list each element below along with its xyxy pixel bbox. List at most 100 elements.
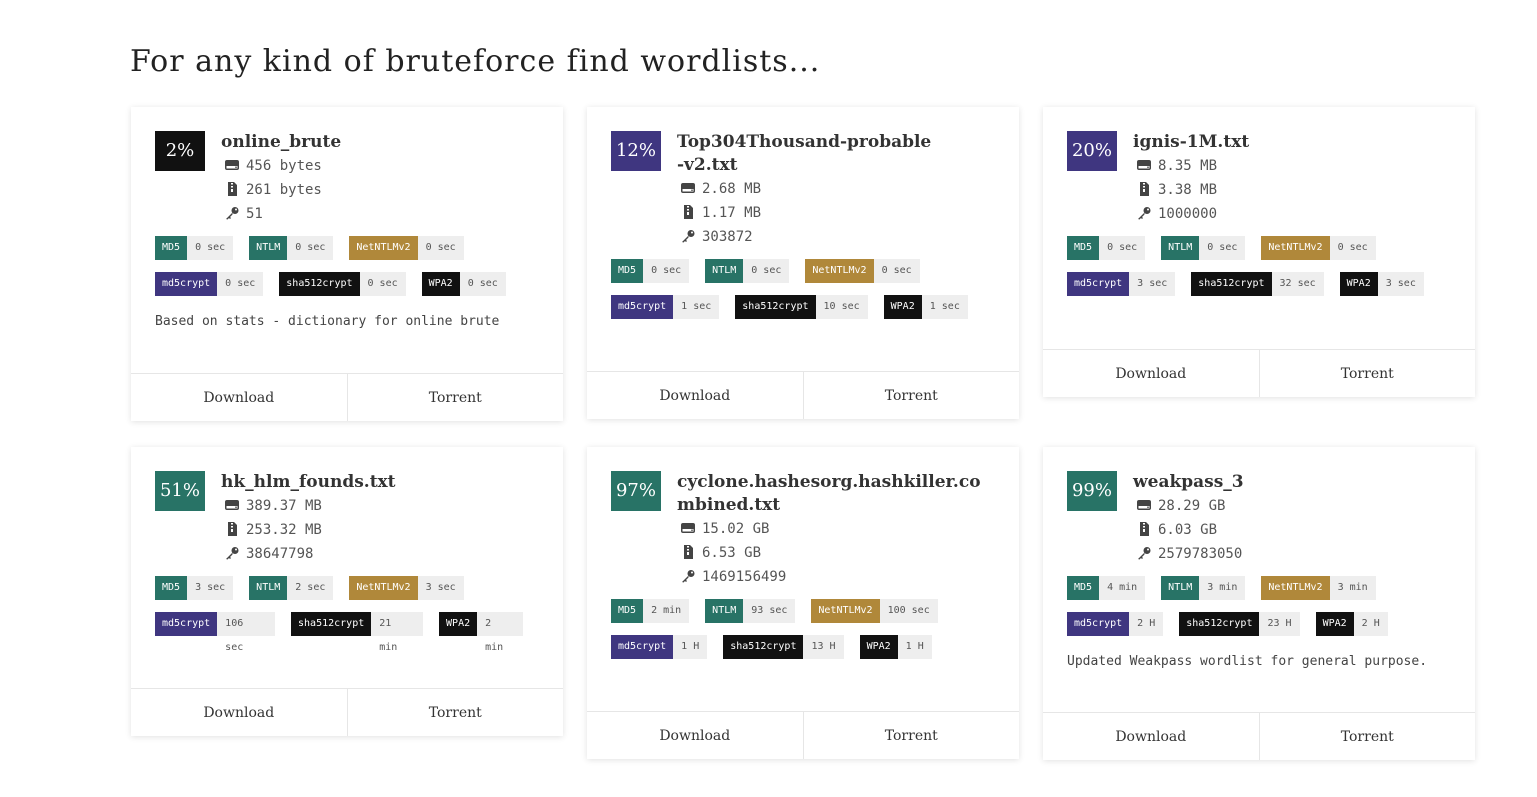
hash-algorithm: md5crypt (155, 272, 218, 296)
hash-algorithm: sha512crypt (279, 272, 360, 296)
hdd-icon (224, 498, 246, 514)
torrent-button[interactable]: Torrent (802, 712, 1020, 759)
hash-badges: MD5 4 min NTLM 3 min NetNTLMv2 3 min md5… (1043, 576, 1475, 636)
size-value: 2.68 MB (702, 181, 762, 197)
hash-algorithm: md5crypt (1067, 612, 1130, 636)
hash-badge: MD5 2 min (611, 599, 690, 623)
crack-time: 2 H (1129, 612, 1164, 636)
wordlist-card: 20% ignis-1M.txt 8.35 MB 3.38 MB 1000000… (1043, 107, 1475, 397)
hash-algorithm: NetNTLMv2 (1261, 236, 1330, 260)
wordlist-name[interactable]: hk_hlm_founds.txt (221, 471, 481, 494)
count-value: 303872 (702, 229, 753, 245)
hash-algorithm: WPA2 (859, 635, 898, 659)
count-stat: 1000000 (1133, 202, 1451, 226)
hash-badge: MD5 0 sec (155, 236, 234, 260)
crack-time: 0 sec (187, 236, 234, 260)
torrent-button[interactable]: Torrent (346, 689, 564, 736)
download-button[interactable]: Download (131, 689, 347, 736)
percent-badge: 2% (155, 131, 205, 171)
wordlist-name[interactable]: online_brute (221, 131, 391, 154)
hash-badge: sha512crypt 23 H (1179, 612, 1300, 636)
compressed-value: 253.32 MB (246, 522, 322, 538)
count-stat: 51 (221, 202, 539, 226)
size-stat: 28.29 GB (1133, 494, 1451, 518)
size-value: 28.29 GB (1158, 498, 1226, 514)
hash-algorithm: MD5 (611, 599, 644, 623)
count-stat: 2579783050 (1133, 542, 1451, 566)
hash-badge: WPA2 2 H (1315, 612, 1388, 636)
compressed-value: 1.17 MB (702, 205, 762, 221)
wordlist-name[interactable]: Top304Thousand-probable-v2.txt (677, 131, 937, 177)
hash-algorithm: MD5 (1067, 576, 1100, 600)
crack-time: 2 min (643, 599, 690, 623)
torrent-button[interactable]: Torrent (802, 372, 1020, 419)
hash-algorithm: sha512crypt (1191, 272, 1272, 296)
hdd-icon (680, 521, 702, 537)
hash-badge: WPA2 1 H (859, 635, 932, 659)
torrent-button[interactable]: Torrent (346, 374, 564, 421)
hash-badge: md5crypt 0 sec (155, 272, 264, 296)
download-button[interactable]: Download (1043, 350, 1259, 397)
crack-time: 1 sec (921, 295, 968, 319)
hash-badge: NTLM 0 sec (249, 236, 334, 260)
hdd-icon (1136, 498, 1158, 514)
card-actions: Download Torrent (587, 371, 1019, 419)
key-icon (680, 229, 702, 245)
crack-time: 1 H (673, 635, 708, 659)
hash-algorithm: NetNTLMv2 (349, 576, 418, 600)
hash-algorithm: WPA2 (883, 295, 922, 319)
size-value: 15.02 GB (702, 521, 770, 537)
compressed-stat: 253.32 MB (221, 518, 539, 542)
hash-algorithm: NTLM (705, 599, 744, 623)
download-button[interactable]: Download (1043, 713, 1259, 760)
hash-badge: NTLM 2 sec (249, 576, 334, 600)
compressed-stat: 6.03 GB (1133, 518, 1451, 542)
hash-badge: sha512crypt 0 sec (279, 272, 406, 296)
hash-badge: NetNTLMv2 3 min (1261, 576, 1376, 600)
compressed-value: 3.38 MB (1158, 182, 1218, 198)
compressed-stat: 6.53 GB (677, 541, 995, 565)
wordlist-name[interactable]: cyclone.hashesorg.hashkiller.combined.tx… (677, 471, 987, 517)
download-button[interactable]: Download (131, 374, 347, 421)
compressed-stat: 1.17 MB (677, 201, 995, 225)
crack-time: 0 sec (417, 236, 464, 260)
hash-badge: md5crypt 3 sec (1067, 272, 1176, 296)
file-zip-icon (1136, 182, 1158, 198)
torrent-button[interactable]: Torrent (1258, 713, 1476, 760)
hash-badges: MD5 3 sec NTLM 2 sec NetNTLMv2 3 sec md5… (131, 576, 563, 653)
download-button[interactable]: Download (587, 372, 803, 419)
file-zip-icon (1136, 522, 1158, 538)
count-value: 2579783050 (1158, 546, 1243, 562)
hash-badge: md5crypt 1 H (611, 635, 708, 659)
file-zip-icon (224, 182, 246, 198)
hash-badge: NTLM 0 sec (705, 259, 790, 283)
percent-badge: 20% (1067, 131, 1117, 171)
crack-time: 93 sec (743, 599, 796, 623)
hash-badge: NetNTLMv2 0 sec (349, 236, 464, 260)
hash-algorithm: sha512crypt (291, 612, 372, 636)
hash-algorithm: WPA2 (421, 272, 460, 296)
crack-time: 106 sec (217, 612, 276, 653)
wordlist-name[interactable]: ignis-1M.txt (1133, 131, 1393, 154)
crack-time: 0 sec (643, 259, 690, 283)
count-value: 51 (246, 206, 263, 222)
hdd-icon (224, 158, 246, 174)
hdd-icon (1136, 158, 1158, 174)
crack-time: 10 sec (815, 295, 868, 319)
wordlist-name[interactable]: weakpass_3 (1133, 471, 1393, 494)
hash-badge: WPA2 1 sec (883, 295, 968, 319)
hash-algorithm: NetNTLMv2 (349, 236, 418, 260)
wordlist-card: 51% hk_hlm_founds.txt 389.37 MB 253.32 M… (131, 447, 563, 736)
crack-time: 3 sec (187, 576, 234, 600)
torrent-button[interactable]: Torrent (1258, 350, 1476, 397)
key-icon (224, 206, 246, 222)
download-button[interactable]: Download (587, 712, 803, 759)
hash-algorithm: NTLM (1161, 576, 1200, 600)
count-value: 1469156499 (702, 569, 787, 585)
crack-time: 32 sec (1271, 272, 1324, 296)
crack-time: 0 sec (459, 272, 506, 296)
hash-algorithm: NTLM (1161, 236, 1200, 260)
key-icon (1136, 546, 1158, 562)
crack-time: 0 sec (217, 272, 264, 296)
hash-badge: NTLM 3 min (1161, 576, 1246, 600)
